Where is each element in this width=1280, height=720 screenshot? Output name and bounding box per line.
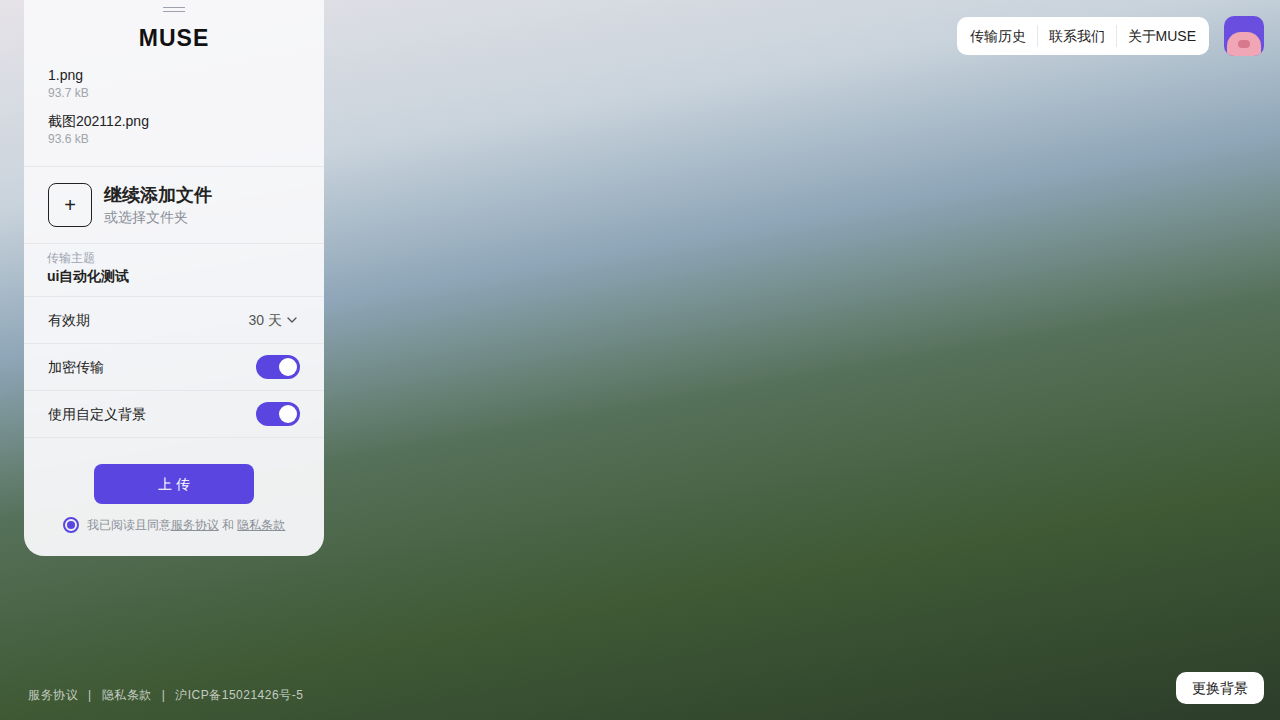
left-column: MUSE1.png93.7 kB截图202112.png93.6 kB+继续添加… xyxy=(24,0,324,720)
change-background-button[interactable]: 更换背景 xyxy=(1176,672,1264,704)
file-item[interactable]: 截图202112.png93.6 kB xyxy=(48,108,300,154)
nav-link[interactable]: 传输历史 xyxy=(959,26,1037,47)
file-list: 1.png93.7 kB截图202112.png93.6 kB xyxy=(24,52,324,167)
page: MUSE1.png93.7 kB截图202112.png93.6 kB+继续添加… xyxy=(0,0,1280,720)
terms-link[interactable]: 服务协议 xyxy=(171,518,219,532)
upload-card: MUSE1.png93.7 kB截图202112.png93.6 kB+继续添加… xyxy=(24,0,324,556)
chevron-down-icon xyxy=(284,312,300,328)
expiry-select[interactable]: 30 天 xyxy=(249,310,300,331)
toggle-switch[interactable] xyxy=(256,355,300,379)
subject-field[interactable]: 传输主题ui自动化测试 xyxy=(24,244,324,297)
top-nav: 传输历史联系我们关于MUSE xyxy=(957,17,1209,55)
nav-link[interactable]: 联系我们 xyxy=(1038,26,1116,47)
add-files-row[interactable]: +继续添加文件或选择文件夹 xyxy=(24,167,324,244)
nav-link[interactable]: 关于MUSE xyxy=(1117,26,1207,47)
add-icon[interactable]: + xyxy=(48,183,92,227)
agreement-radio[interactable] xyxy=(63,517,79,533)
logo[interactable]: MUSE xyxy=(139,24,209,52)
footer-link[interactable]: 沪ICP备15021426号-5 xyxy=(175,686,303,704)
toggle-knob xyxy=(279,358,297,376)
footer-link[interactable]: 服务协议 xyxy=(28,686,78,704)
upload-button[interactable]: 上 传 xyxy=(94,464,254,504)
expiry-row[interactable]: 有效期30 天 xyxy=(24,297,324,344)
avatar[interactable] xyxy=(1224,16,1264,56)
drag-handle[interactable] xyxy=(163,7,185,12)
toggle-row[interactable]: 使用自定义背景 xyxy=(24,391,324,438)
footer: 服务协议|隐私条款|沪ICP备15021426号-5 xyxy=(24,686,324,704)
agreement: 我已阅读且同意服务协议 和 隐私条款 xyxy=(63,516,286,534)
footer-link[interactable]: 隐私条款 xyxy=(102,686,152,704)
toggle-row[interactable]: 加密传输 xyxy=(24,344,324,391)
toggle-switch[interactable] xyxy=(256,402,300,426)
privacy-link[interactable]: 隐私条款 xyxy=(237,518,285,532)
file-item[interactable]: 1.png93.7 kB xyxy=(48,62,300,108)
toggle-knob xyxy=(279,405,297,423)
